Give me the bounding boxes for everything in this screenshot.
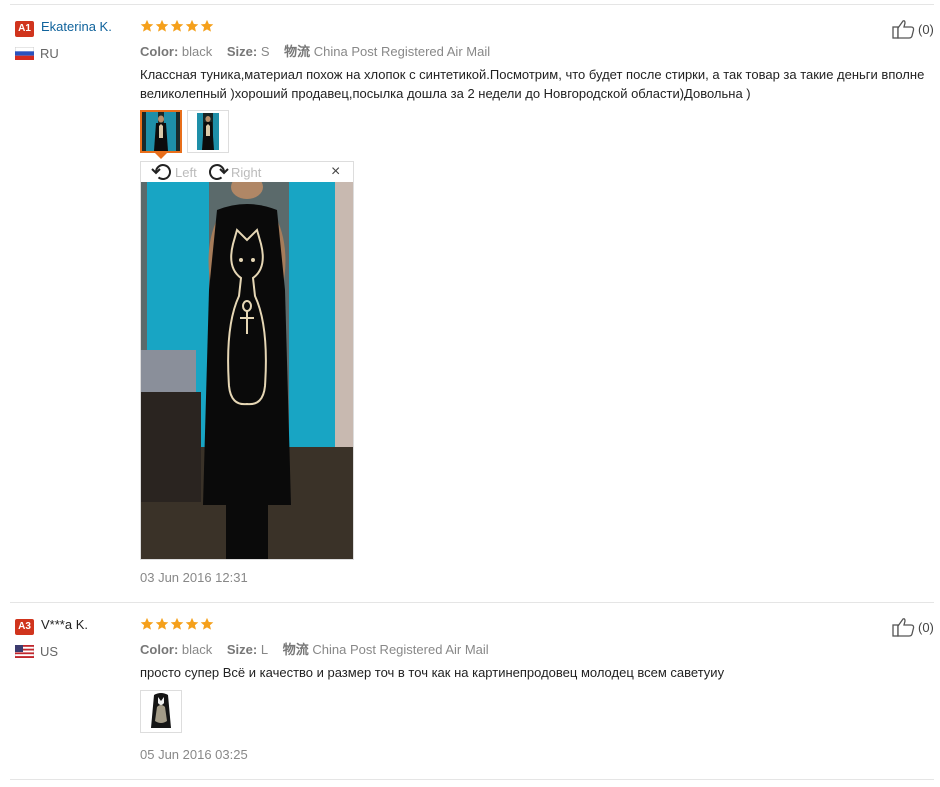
star-icon bbox=[170, 617, 184, 630]
star-icon bbox=[140, 617, 154, 630]
active-thumb-pointer bbox=[155, 153, 167, 159]
order-info: Color: black Size: L 物流 China Post Regis… bbox=[140, 639, 489, 658]
star-icon bbox=[185, 617, 199, 630]
rotate-right-button[interactable]: Right bbox=[207, 163, 261, 181]
size-value: S bbox=[260, 44, 270, 59]
star-rating bbox=[140, 617, 214, 631]
photo-viewer: Left Right × bbox=[140, 161, 354, 560]
star-icon bbox=[170, 19, 184, 32]
helpful-count: (0) bbox=[918, 619, 934, 635]
rotate-right-icon bbox=[209, 164, 229, 181]
review-photo-thumb[interactable] bbox=[187, 110, 229, 153]
size-label: Size: bbox=[226, 642, 258, 657]
review-date: 05 Jun 2016 03:25 bbox=[140, 747, 248, 762]
review-photo-thumb[interactable] bbox=[140, 110, 182, 153]
flag-us-icon bbox=[15, 645, 34, 658]
helpful-button[interactable]: (0) bbox=[892, 19, 934, 39]
review-text: просто супер Всё и качество и размер точ… bbox=[140, 665, 725, 680]
star-icon bbox=[155, 19, 169, 32]
order-info: Color: black Size: S 物流 China Post Regis… bbox=[140, 41, 490, 60]
color-value: black bbox=[181, 44, 213, 59]
star-icon bbox=[200, 19, 214, 32]
size-label: Size: bbox=[226, 44, 258, 59]
review-date: 03 Jun 2016 12:31 bbox=[140, 570, 248, 585]
helpful-button[interactable]: (0) bbox=[892, 617, 934, 637]
rotate-left-button[interactable]: Left bbox=[151, 163, 197, 181]
thumbs-up-icon bbox=[892, 20, 915, 39]
color-value: black bbox=[181, 642, 213, 657]
star-icon bbox=[185, 19, 199, 32]
viewer-toolbar: Left Right × bbox=[141, 162, 353, 182]
review-text: Классная туника,материал похож на хлопок… bbox=[140, 67, 925, 101]
rotate-left-label: Left bbox=[175, 164, 197, 180]
color-label: Color: bbox=[140, 642, 179, 657]
close-viewer-button[interactable]: × bbox=[331, 163, 340, 181]
buyer-level-badge: A1 bbox=[15, 21, 34, 37]
rotate-right-label: Right bbox=[231, 164, 262, 180]
review-photo-thumb[interactable] bbox=[140, 690, 182, 733]
reviewer-name[interactable]: Ekaterina K. bbox=[41, 19, 112, 34]
review-photo-large bbox=[141, 182, 353, 559]
flag-ru-icon bbox=[15, 47, 34, 60]
shipping-value: China Post Registered Air Mail bbox=[312, 642, 489, 657]
size-value: L bbox=[260, 642, 269, 657]
review-divider bbox=[10, 779, 934, 780]
shipping-value: China Post Registered Air Mail bbox=[313, 44, 491, 59]
buyer-level-badge: A3 bbox=[15, 619, 34, 635]
star-rating bbox=[140, 19, 214, 33]
review-divider bbox=[10, 602, 934, 603]
thumbs-up-icon bbox=[892, 618, 915, 637]
shipping-label: 物流 bbox=[282, 642, 309, 657]
color-label: Color: bbox=[140, 44, 179, 59]
reviewer-country: US bbox=[40, 644, 59, 659]
reviewer-country: RU bbox=[40, 46, 59, 61]
star-icon bbox=[155, 617, 169, 630]
top-divider bbox=[10, 4, 934, 5]
reviewer-name: V***a K. bbox=[41, 617, 88, 632]
shipping-label: 物流 bbox=[284, 44, 311, 59]
helpful-count: (0) bbox=[918, 21, 934, 37]
star-icon bbox=[140, 19, 154, 32]
star-icon bbox=[200, 617, 214, 630]
rotate-left-icon bbox=[151, 164, 171, 181]
